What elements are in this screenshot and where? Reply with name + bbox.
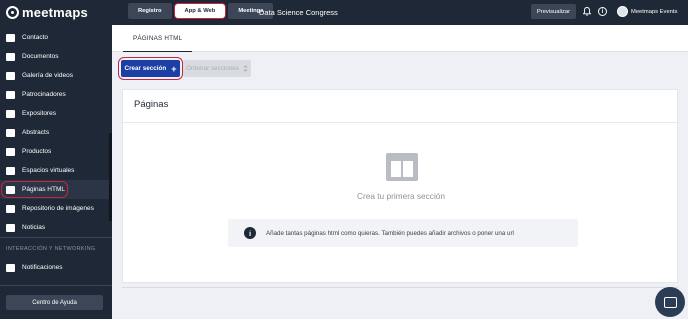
sidebar-item-contacto[interactable]: Contacto xyxy=(0,28,112,47)
action-bar: Crear sección + Ordenar secciones xyxy=(118,57,251,80)
bell-icon xyxy=(6,263,15,272)
sidebar-item-label: Abstracts xyxy=(22,129,50,136)
pages-card: Páginas Crea tu primera sección i Añade … xyxy=(122,89,678,283)
bell-icon[interactable] xyxy=(583,7,591,16)
sidebar-item-label: Contacto xyxy=(22,34,49,41)
store-icon xyxy=(6,109,15,118)
subheader: PÁGINAS HTML xyxy=(112,25,688,52)
sidebar-item-label: Repositorio de imágenes xyxy=(22,205,94,212)
card-title: Páginas xyxy=(134,99,169,110)
flag-icon xyxy=(6,90,15,99)
sidebar-item-expositores[interactable]: Expositores xyxy=(0,104,112,123)
avatar[interactable] xyxy=(617,6,628,17)
sidebar-menu: Contacto Documentos Galería de videos Pa… xyxy=(0,28,112,277)
sidebar-item-documentos[interactable]: Documentos xyxy=(0,47,112,66)
info-icon[interactable]: i xyxy=(598,7,607,16)
info-icon: i xyxy=(244,227,256,239)
phone-icon xyxy=(6,33,15,42)
sidebar-item-label: Documentos xyxy=(22,53,59,60)
video-icon xyxy=(6,71,15,80)
sidebar-divider xyxy=(0,237,112,238)
sidebar-item-label: Noticias xyxy=(22,224,46,231)
chat-bubble-icon xyxy=(663,296,677,308)
info-text: Añade tantas páginas html como quieras. … xyxy=(266,229,514,237)
sidebar-item-notificaciones[interactable]: Notificaciones xyxy=(0,258,112,277)
columns-layout-icon xyxy=(386,153,418,181)
image-icon xyxy=(6,204,15,213)
event-name: Data Science Congress xyxy=(259,8,338,17)
topbar: Registro App & Web Meetings Data Science… xyxy=(112,0,688,25)
order-sections-label: Ordenar secciones xyxy=(186,65,239,72)
info-banner: i Añade tantas páginas html como quieras… xyxy=(228,219,578,247)
paperclip-icon xyxy=(6,52,15,61)
sidebar-item-label: Galería de videos xyxy=(22,72,73,79)
sort-icon xyxy=(242,65,248,72)
empty-state-text: Crea tu primera sección xyxy=(356,191,446,201)
sidebar-divider xyxy=(0,285,112,286)
preview-button[interactable]: Previsualizar xyxy=(531,4,576,19)
sidebar: meetmaps Contacto Documentos Galería de … xyxy=(0,0,112,319)
user-name[interactable]: Meetmaps Events xyxy=(631,9,677,15)
sidebar-item-abstracts[interactable]: Abstracts xyxy=(0,123,112,142)
content-divider xyxy=(122,287,678,288)
sidebar-item-label: Espacios virtuales xyxy=(22,167,75,174)
sidebar-item-galeria-videos[interactable]: Galería de videos xyxy=(0,66,112,85)
sidebar-item-paginas-html[interactable]: Páginas HTML xyxy=(0,180,112,199)
highlight-ring xyxy=(1,181,68,198)
chat-button[interactable] xyxy=(655,287,685,317)
box-icon xyxy=(6,147,15,156)
order-sections-button[interactable]: Ordenar secciones xyxy=(183,60,251,77)
highlight-ring xyxy=(118,57,183,80)
sidebar-item-productos[interactable]: Productos xyxy=(0,142,112,161)
sidebar-item-label: Productos xyxy=(22,148,52,155)
sidebar-item-espacios-virtuales[interactable]: Espacios virtuales xyxy=(0,161,112,180)
sidebar-item-label: Expositores xyxy=(22,110,56,117)
top-navigation: Registro App & Web Meetings xyxy=(128,3,274,19)
sidebar-item-patrocinadores[interactable]: Patrocinadores xyxy=(0,85,112,104)
card-divider xyxy=(123,122,677,123)
help-center-button[interactable]: Centro de Ayuda xyxy=(6,295,103,310)
sidebar-section-title: INTERACCIÓN Y NETWORKING xyxy=(6,245,96,252)
main-content: PÁGINAS HTML Crear sección + Ordenar sec… xyxy=(112,25,688,319)
sidebar-item-label: Notificaciones xyxy=(22,264,63,271)
meetmaps-logo[interactable]: meetmaps xyxy=(6,5,88,20)
tab-paginas-html[interactable]: PÁGINAS HTML xyxy=(123,25,193,52)
logo-text: meetmaps xyxy=(22,5,88,20)
logo-icon xyxy=(6,6,19,19)
sidebar-item-repositorio-imagenes[interactable]: Repositorio de imágenes xyxy=(0,199,112,218)
sidebar-item-label: Patrocinadores xyxy=(22,91,66,98)
tab-registro[interactable]: Registro xyxy=(128,3,172,19)
news-icon xyxy=(6,223,15,232)
map-icon xyxy=(6,166,15,175)
tab-app-web[interactable]: App & Web xyxy=(173,3,227,19)
sidebar-item-noticias[interactable]: Noticias xyxy=(0,218,112,237)
book-icon xyxy=(6,128,15,137)
create-section-wrapper: Crear sección + xyxy=(118,57,183,80)
